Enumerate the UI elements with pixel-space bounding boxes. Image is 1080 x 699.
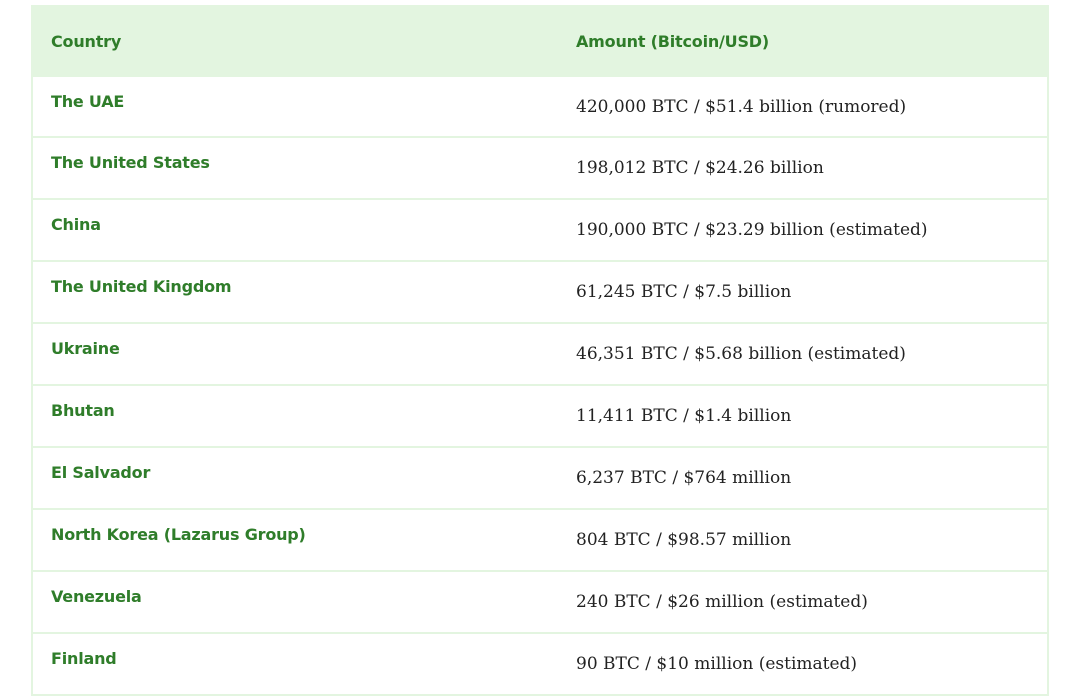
amount-cell: 11,411 BTC / $1.4 billion xyxy=(576,406,792,426)
amount-cell: 420,000 BTC / $51.4 billion (rumored) xyxy=(576,96,907,117)
amount-cell: 804 BTC / $98.57 million xyxy=(576,530,792,550)
table-row: North Korea (Lazarus Group) 804 BTC / $9… xyxy=(33,509,1047,571)
amount-cell: 61,245 BTC / $7.5 billion xyxy=(576,282,792,302)
column-header-amount: Amount (Bitcoin/USD) xyxy=(576,31,769,51)
table-row: The UAE 420,000 BTC / $51.4 billion (rum… xyxy=(33,77,1047,137)
table-row: Ukraine 46,351 BTC / $5.68 billion (esti… xyxy=(33,323,1047,385)
country-cell: Ukraine xyxy=(51,339,120,358)
bitcoin-holdings-table: Country Amount (Bitcoin/USD) The UAE 420… xyxy=(33,5,1047,696)
bitcoin-holdings-table-container: Country Amount (Bitcoin/USD) The UAE 420… xyxy=(31,5,1049,696)
amount-cell: 90 BTC / $10 million (estimated) xyxy=(576,654,858,674)
country-cell: The United Kingdom xyxy=(51,277,232,296)
column-header-country: Country xyxy=(51,31,122,51)
table-row: Finland 90 BTC / $10 million (estimated) xyxy=(33,633,1047,695)
country-cell: Bhutan xyxy=(51,401,115,420)
table-row: Venezuela 240 BTC / $26 million (estimat… xyxy=(33,571,1047,633)
table-header: Country Amount (Bitcoin/USD) xyxy=(33,5,1047,77)
country-cell: The United States xyxy=(51,153,210,172)
table-body: The UAE 420,000 BTC / $51.4 billion (rum… xyxy=(33,77,1047,695)
country-cell: China xyxy=(51,215,101,234)
table-row: Bhutan 11,411 BTC / $1.4 billion xyxy=(33,385,1047,447)
table-row: The United Kingdom 61,245 BTC / $7.5 bil… xyxy=(33,261,1047,323)
table-row: The United States 198,012 BTC / $24.26 b… xyxy=(33,137,1047,199)
country-cell: The UAE xyxy=(51,92,125,111)
country-cell: Finland xyxy=(51,649,117,668)
amount-cell: 6,237 BTC / $764 million xyxy=(576,468,792,488)
table-row: China 190,000 BTC / $23.29 billion (esti… xyxy=(33,199,1047,261)
table-row: El Salvador 6,237 BTC / $764 million xyxy=(33,447,1047,509)
country-cell: Venezuela xyxy=(51,587,142,606)
amount-cell: 190,000 BTC / $23.29 billion (estimated) xyxy=(576,220,928,240)
country-cell: El Salvador xyxy=(51,463,151,482)
header-row: Country Amount (Bitcoin/USD) xyxy=(33,5,1047,77)
amount-cell: 198,012 BTC / $24.26 billion xyxy=(576,158,824,178)
country-cell: North Korea (Lazarus Group) xyxy=(51,525,306,544)
amount-cell: 46,351 BTC / $5.68 billion (estimated) xyxy=(576,344,906,364)
amount-cell: 240 BTC / $26 million (estimated) xyxy=(576,592,868,612)
